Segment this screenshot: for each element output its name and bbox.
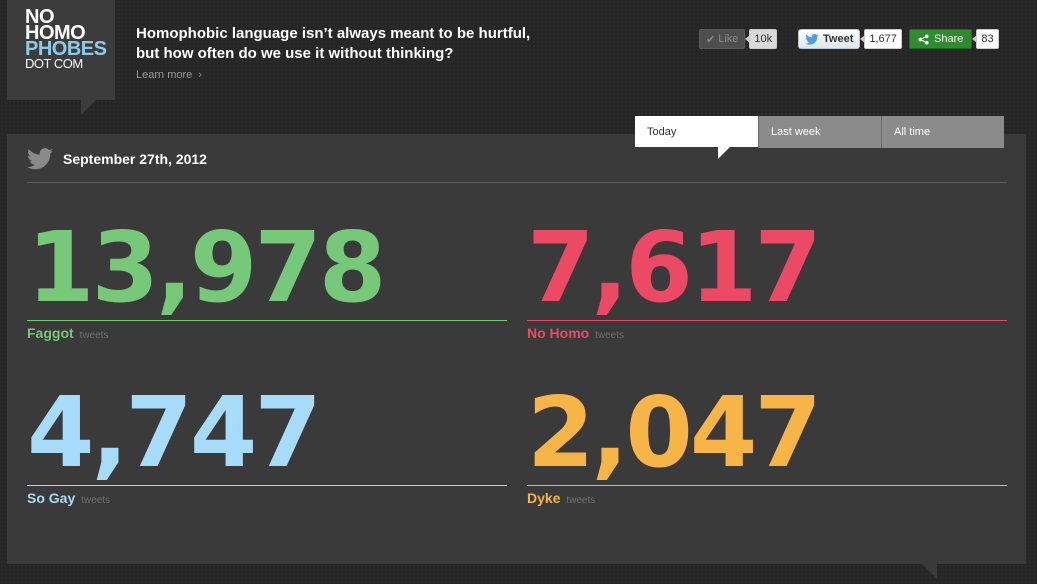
tab-all-time[interactable]: All time bbox=[881, 116, 1004, 148]
twitter-bird-icon bbox=[27, 148, 53, 170]
stat-label: No Homo tweets bbox=[527, 325, 1007, 341]
time-range-tabs: Today Last week All time bbox=[635, 116, 1004, 148]
panel-speech-tail bbox=[922, 564, 937, 579]
tagline-line-2: but how often do we use it without think… bbox=[136, 45, 454, 62]
stat-count: 2,047 bbox=[527, 376, 822, 489]
share-icon bbox=[918, 33, 929, 45]
active-tab-pointer bbox=[718, 147, 730, 159]
stat-count: 4,747 bbox=[27, 376, 322, 489]
stat-label: Dyke tweets bbox=[527, 490, 1007, 506]
like-count: 10k bbox=[745, 29, 778, 49]
stat-label: So Gay tweets bbox=[27, 490, 507, 506]
tweet-label: Tweet bbox=[823, 33, 854, 45]
stat-label: Faggot tweets bbox=[27, 325, 507, 341]
tweet-widget: Tweet 1,677 bbox=[798, 29, 902, 49]
stat-term: So Gay bbox=[27, 490, 76, 506]
header-divider bbox=[27, 182, 1007, 183]
stat-count: 7,617 bbox=[527, 211, 822, 324]
learn-more-link[interactable]: Learn more › bbox=[136, 69, 202, 81]
share-button[interactable]: Share bbox=[909, 29, 973, 49]
site-logo[interactable]: NO HOMO PHOBES DOT COM bbox=[7, 0, 115, 100]
twitter-bird-icon bbox=[805, 33, 819, 45]
like-widget: ✔ Like 10k bbox=[699, 29, 778, 49]
stat-unit: tweets bbox=[566, 495, 596, 506]
panel-date: September 27th, 2012 bbox=[63, 151, 207, 167]
share-count: 83 bbox=[972, 29, 999, 49]
stat-unit: tweets bbox=[81, 495, 111, 506]
stat-term: Faggot bbox=[27, 325, 74, 341]
header-tagline: Homophobic language isn’t always meant t… bbox=[136, 24, 576, 83]
stat-faggot: 13,978 Faggot tweets bbox=[27, 218, 507, 341]
stat-unit: tweets bbox=[595, 330, 625, 341]
tagline-line-1: Homophobic language isn’t always meant t… bbox=[136, 25, 531, 42]
tab-last-week[interactable]: Last week bbox=[758, 116, 881, 148]
thumbs-up-icon: ✔ bbox=[706, 33, 716, 46]
chevron-right-icon: › bbox=[198, 69, 202, 81]
share-label: Share bbox=[934, 33, 964, 45]
stat-term: Dyke bbox=[527, 490, 561, 506]
share-widget: Share 83 bbox=[909, 29, 999, 49]
tab-today[interactable]: Today bbox=[635, 116, 758, 147]
learn-more-label: Learn more bbox=[136, 69, 193, 81]
stat-so-gay: 4,747 So Gay tweets bbox=[27, 383, 507, 506]
stat-dyke: 2,047 Dyke tweets bbox=[527, 383, 1007, 506]
stat-term: No Homo bbox=[527, 325, 590, 341]
like-label: Like bbox=[718, 33, 739, 45]
stat-no-homo: 7,617 No Homo tweets bbox=[527, 218, 1007, 341]
logo-line-3: PHOBES bbox=[25, 38, 107, 60]
logo-speech-tail bbox=[81, 100, 96, 115]
stat-count: 13,978 bbox=[27, 211, 386, 324]
tweet-count: 1,677 bbox=[860, 29, 902, 49]
like-button[interactable]: ✔ Like bbox=[699, 29, 746, 49]
date-header: September 27th, 2012 bbox=[27, 148, 207, 170]
tweet-button[interactable]: Tweet bbox=[798, 29, 861, 49]
stat-unit: tweets bbox=[79, 330, 109, 341]
